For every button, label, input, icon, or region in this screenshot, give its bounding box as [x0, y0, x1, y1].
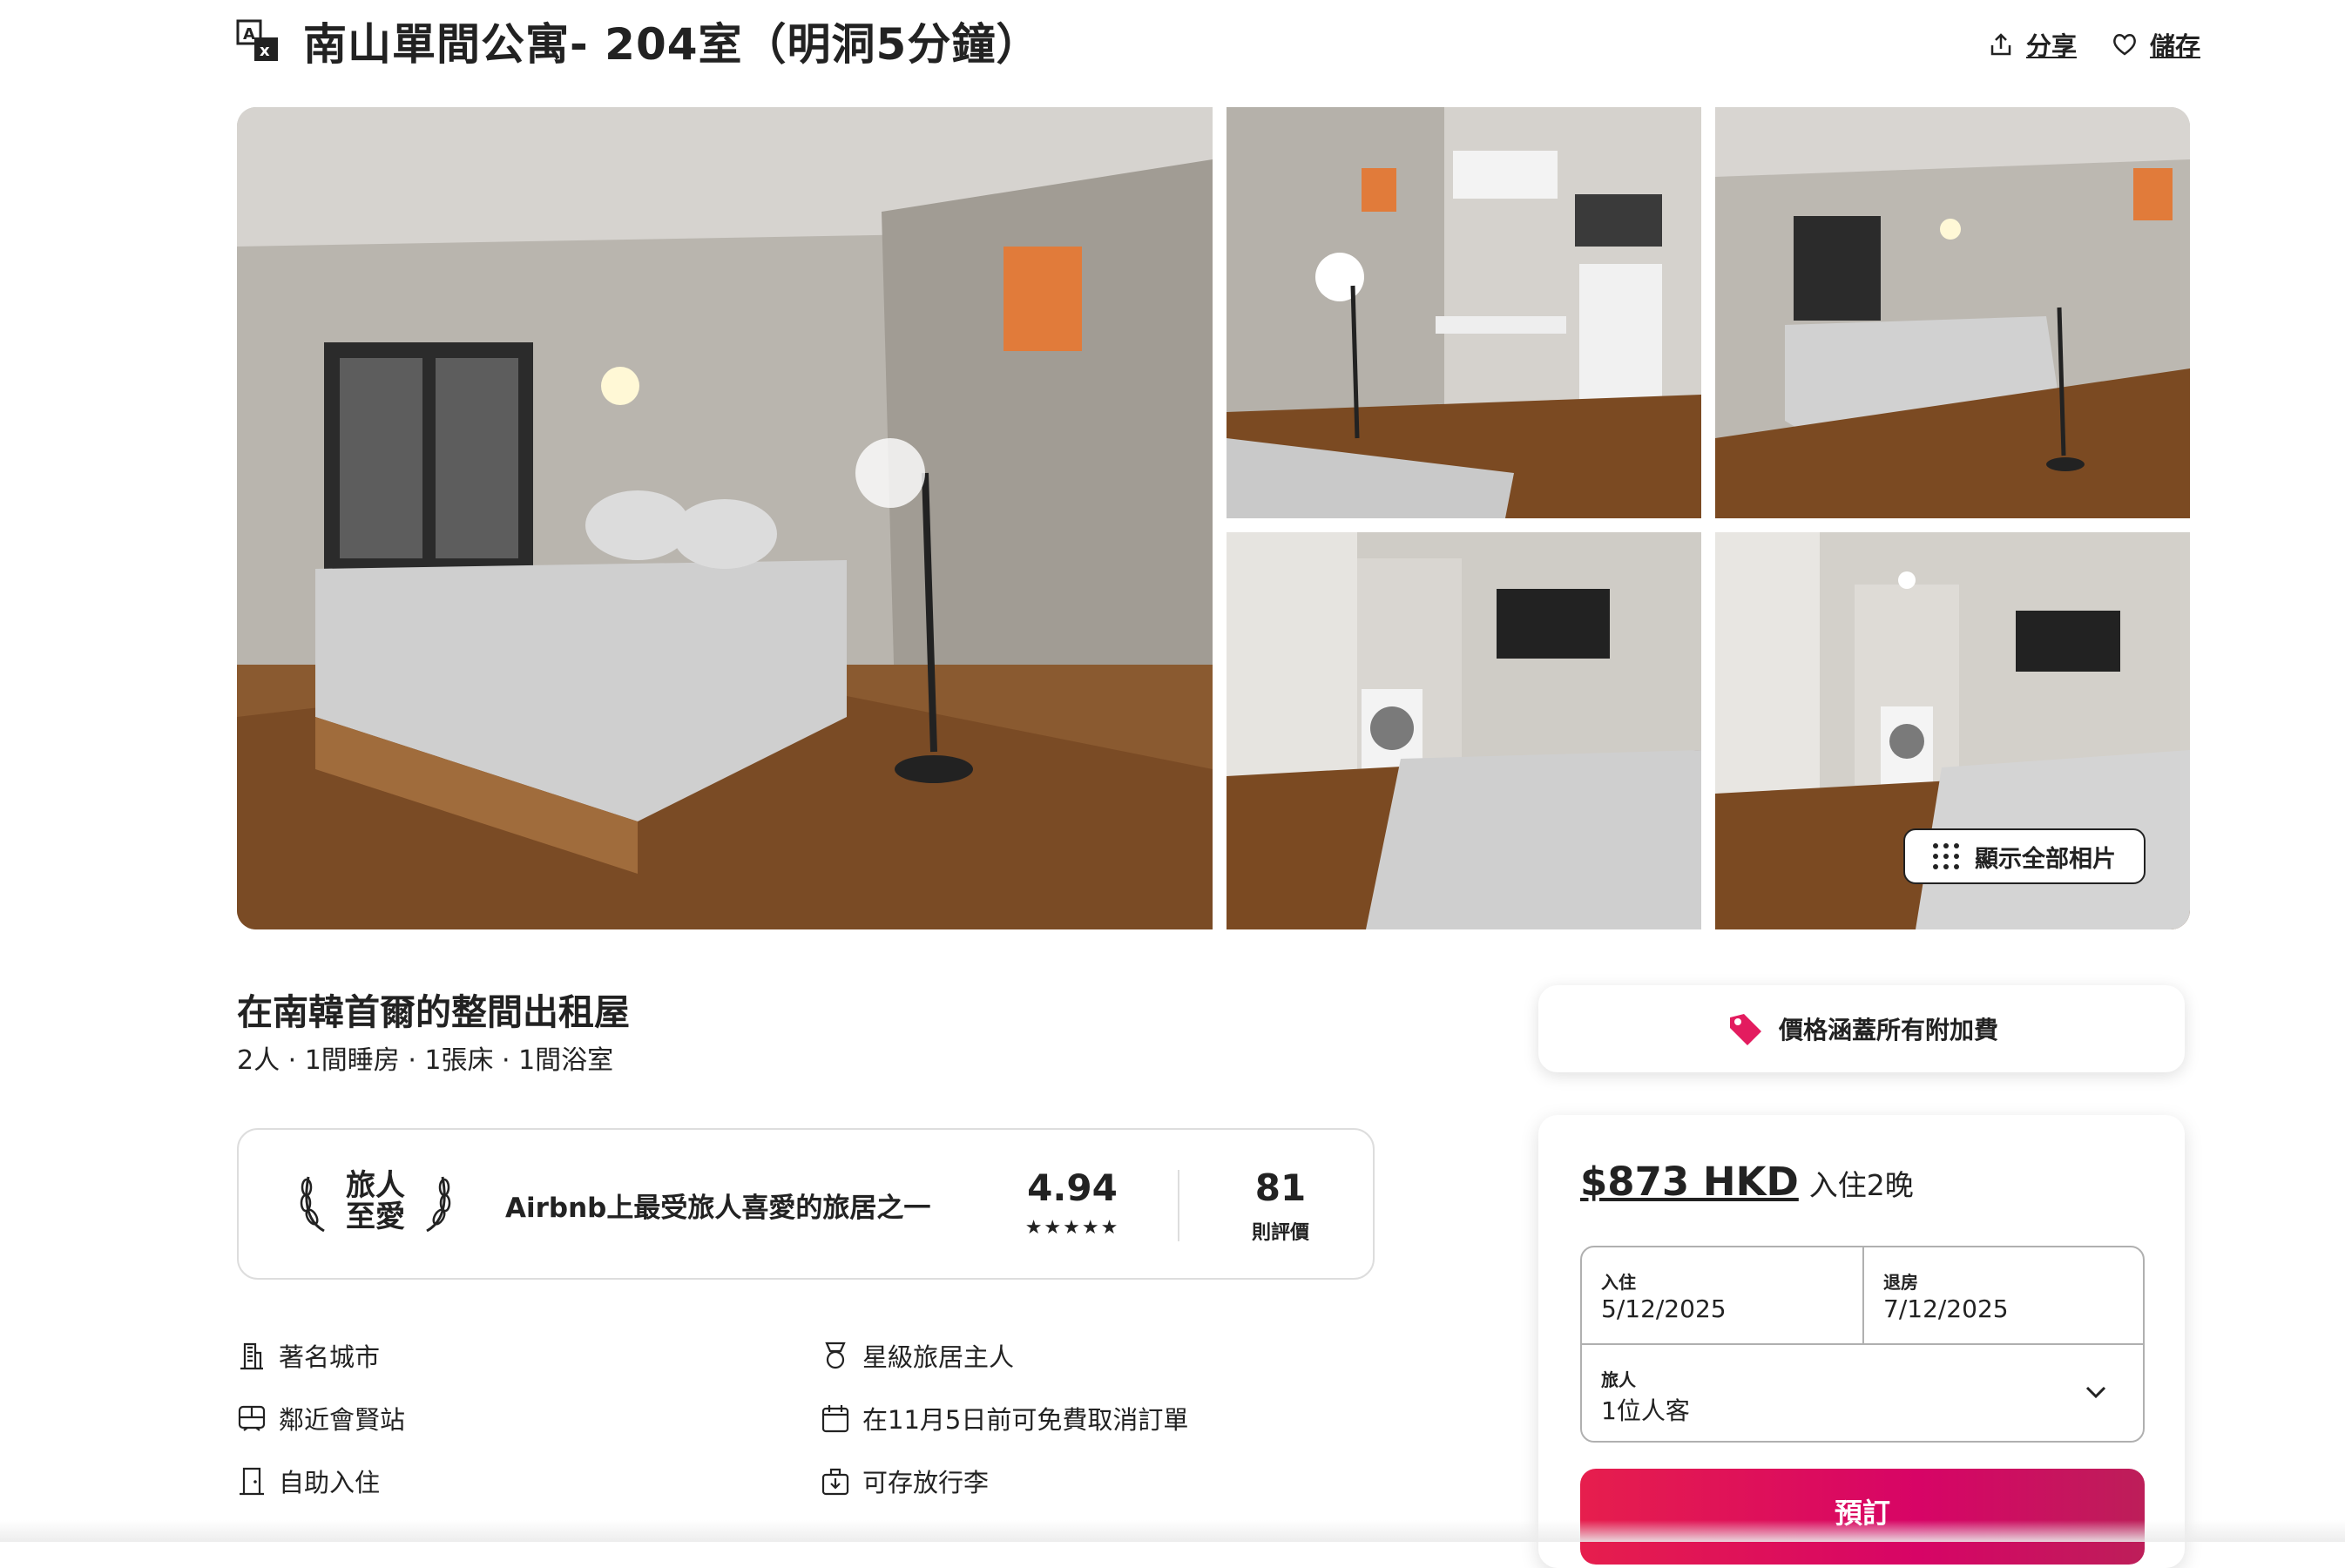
- grid-icon: [1933, 843, 1959, 869]
- guest-favorite-label: 旅人 至愛: [341, 1170, 409, 1233]
- share-icon: [1990, 33, 2011, 56]
- laurel-right-icon: [426, 1176, 451, 1233]
- checkout-field[interactable]: 退房 7/12/2025: [1864, 1247, 2143, 1345]
- train-icon: [238, 1405, 266, 1431]
- feature-label: 在11月5日前可免費取消訂單: [862, 1405, 1189, 1435]
- photo-main[interactable]: [237, 107, 1213, 929]
- chevron-down-icon: [2085, 1386, 2106, 1399]
- reserve-button[interactable]: 預訂: [1580, 1469, 2145, 1565]
- translate-icon[interactable]: A x: [235, 18, 280, 64]
- feature-label: 星級旅居主人: [862, 1342, 1015, 1372]
- photo-4[interactable]: [1227, 532, 1701, 929]
- bottom-fade: [0, 1520, 2345, 1542]
- checkout-label: 退房: [1883, 1272, 1918, 1293]
- divider: [1178, 1170, 1179, 1241]
- building-icon: [240, 1342, 263, 1370]
- feature-free-cancellation: 在11月5日前可免費取消訂單: [821, 1400, 1188, 1436]
- show-all-label: 顯示全部相片: [1975, 845, 2116, 873]
- medal-icon: [825, 1342, 846, 1369]
- review-count[interactable]: 81: [1228, 1166, 1333, 1209]
- feature-superhost: 星級旅居主人: [821, 1337, 1014, 1374]
- feature-luggage-storage: 可存放行李: [821, 1463, 989, 1499]
- checkin-value: 5/12/2025: [1601, 1294, 1727, 1323]
- title-bar: A x 南山單間公寓- 204室（明洞5分鐘）: [235, 9, 1040, 73]
- feature-nearby-station: 鄰近會賢站: [237, 1400, 405, 1436]
- guests-label: 旅人: [1601, 1369, 1636, 1390]
- nights-label: 入住2晚: [1808, 1168, 1914, 1202]
- save-label: 儲存: [2149, 31, 2200, 61]
- page-title: 南山單間公寓- 204室（明洞5分鐘）: [303, 19, 1041, 70]
- booking-card: $873 HKD 入住2晚 入住 5/12/2025 退房 7/12/2025 …: [1538, 1115, 2185, 1568]
- price-note-label: 價格涵蓋所有附加費: [1778, 1016, 1998, 1044]
- guest-favorite-badge: 旅人 至愛: [300, 1170, 451, 1233]
- save-button[interactable]: 儲存: [2112, 26, 2200, 63]
- feature-label: 可存放行李: [862, 1468, 990, 1497]
- feature-label: 鄰近會賢站: [279, 1405, 406, 1435]
- listing-heading: 在南韓首爾的整間出租屋: [237, 991, 630, 1033]
- guest-favorite-description: Airbnb上最受旅人喜愛的旅居之一: [505, 1193, 931, 1224]
- guest-favorite-card[interactable]: 旅人 至愛 Airbnb上最受旅人喜愛的旅居之一 4.94 ★★★★★ 81 則…: [237, 1128, 1375, 1280]
- share-label: 分享: [2025, 31, 2077, 61]
- price-line: $873 HKD 入住2晚: [1580, 1159, 1914, 1205]
- rating-value: 4.94: [1027, 1166, 1118, 1209]
- checkin-field[interactable]: 入住 5/12/2025: [1582, 1247, 1864, 1345]
- luggage-icon: [821, 1468, 849, 1496]
- header-actions: 分享 儲存: [1988, 26, 2200, 63]
- door-icon: [240, 1467, 264, 1496]
- svg-text:x: x: [260, 42, 270, 60]
- review-label[interactable]: 則評價: [1228, 1217, 1333, 1245]
- show-all-photos-button[interactable]: 顯示全部相片: [1903, 828, 2146, 884]
- price-tag-icon: [1729, 1014, 1761, 1045]
- guests-value: 1位人客: [1601, 1396, 1690, 1425]
- photo-gallery: [237, 107, 2190, 929]
- listing-details: 2人 · 1間睡房 · 1張床 · 1間浴室: [237, 1045, 614, 1076]
- feature-famous-city: 著名城市: [237, 1337, 380, 1374]
- total-price[interactable]: $873 HKD: [1580, 1159, 1799, 1205]
- checkout-value: 7/12/2025: [1883, 1294, 2009, 1323]
- feature-label: 自助入住: [279, 1468, 381, 1497]
- photo-3[interactable]: [1715, 107, 2190, 518]
- laurel-left-icon: [300, 1176, 325, 1233]
- feature-self-checkin: 自助入住: [237, 1463, 380, 1499]
- svg-text:A: A: [243, 25, 255, 44]
- guests-field[interactable]: 旅人 1位人客: [1582, 1345, 2143, 1441]
- badge-line-1: 旅人: [346, 1168, 405, 1203]
- date-guest-picker: 入住 5/12/2025 退房 7/12/2025 旅人 1位人客: [1580, 1246, 2145, 1443]
- calendar-icon: [821, 1405, 849, 1433]
- feature-label: 著名城市: [279, 1342, 381, 1372]
- heart-icon: [2113, 34, 2136, 56]
- share-button[interactable]: 分享: [1988, 26, 2077, 63]
- badge-line-2: 至愛: [346, 1200, 405, 1234]
- checkin-label: 入住: [1601, 1272, 1636, 1293]
- photo-2[interactable]: [1227, 107, 1701, 518]
- rating-stars: ★★★★★: [1024, 1217, 1120, 1239]
- price-includes-fees-banner: 價格涵蓋所有附加費: [1538, 985, 2185, 1072]
